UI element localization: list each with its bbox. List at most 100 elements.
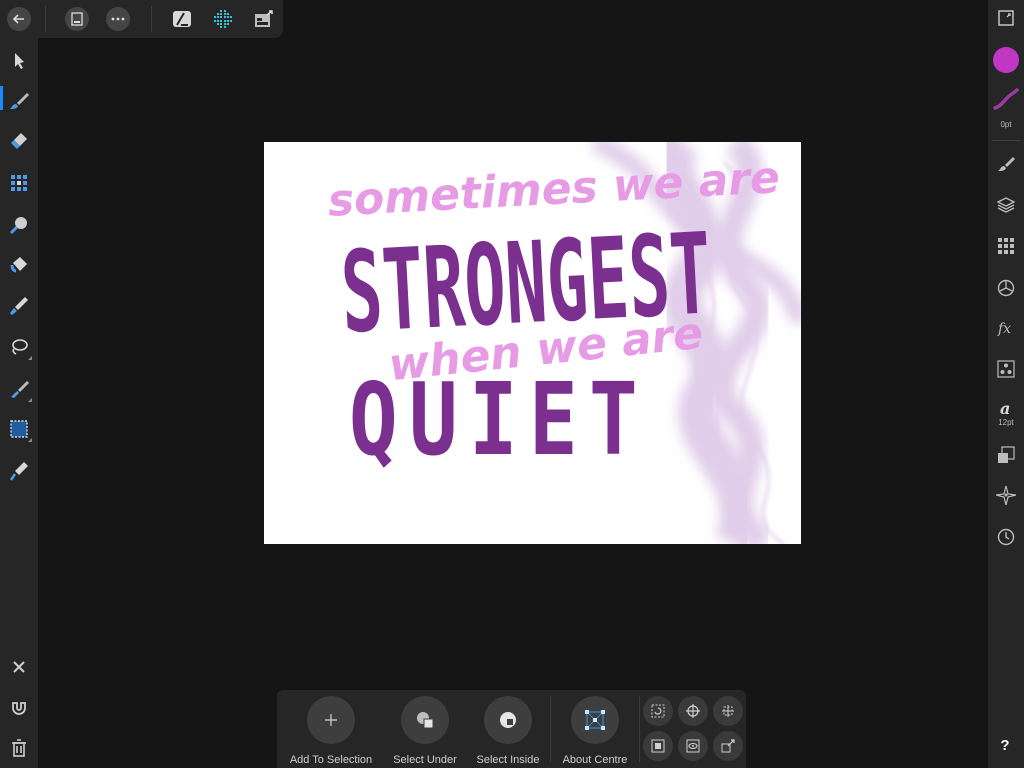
document-canvas[interactable]: sometimes we are STRONGEST when we are Q… xyxy=(264,142,801,544)
flood-fill-tool[interactable] xyxy=(5,251,33,279)
deselect-button[interactable] xyxy=(5,653,33,681)
add-to-selection-label: Add To Selection xyxy=(289,754,373,766)
studio-panel: 0pt fx a 12pt xyxy=(988,0,1024,768)
smudge-icon xyxy=(9,217,27,235)
transform-icon xyxy=(998,446,1015,463)
font-size-value: 12pt xyxy=(998,418,1014,427)
snapping-button[interactable] xyxy=(5,694,33,722)
grid-icon xyxy=(998,238,1014,254)
active-tool-indicator xyxy=(0,86,3,110)
paint-brush-tool[interactable] xyxy=(5,87,33,115)
pixel-snap-icon xyxy=(721,739,735,753)
eye-icon xyxy=(686,739,700,753)
about-centre-button[interactable]: About Centre xyxy=(547,696,643,768)
channels-studio-button[interactable] xyxy=(992,232,1020,260)
pixel-persona-button[interactable] xyxy=(211,7,235,31)
pointer-icon xyxy=(15,53,24,69)
stroke-width-value: 0pt xyxy=(1000,120,1012,129)
back-button[interactable] xyxy=(7,7,31,31)
selection-brush-icon xyxy=(11,381,29,398)
color-picker-tool[interactable] xyxy=(5,292,33,320)
lasso-icon xyxy=(12,339,28,355)
pixel-grid-icon xyxy=(11,175,27,191)
color-swatch-button[interactable] xyxy=(992,46,1020,74)
plus-icon xyxy=(325,714,337,726)
dropper-tool[interactable] xyxy=(5,457,33,485)
eraser-icon xyxy=(11,133,27,149)
dropper-icon xyxy=(9,462,28,481)
pixel-tool[interactable] xyxy=(5,169,33,197)
erase-brush-tool[interactable] xyxy=(5,127,33,155)
dots-panel-icon xyxy=(997,360,1015,378)
document-icon xyxy=(71,12,83,26)
preview-button[interactable] xyxy=(678,731,708,761)
more-button[interactable] xyxy=(106,7,130,31)
brush-icon xyxy=(10,93,29,109)
add-to-selection-button[interactable]: Add To Selection xyxy=(283,696,379,768)
adjustment-icon xyxy=(997,279,1015,297)
layers-icon xyxy=(997,197,1015,213)
crosshair-icon xyxy=(686,704,700,718)
move-studio-button[interactable] xyxy=(992,481,1020,509)
delete-button[interactable] xyxy=(5,734,33,762)
help-button[interactable]: ? xyxy=(995,737,1015,757)
bounding-box-icon xyxy=(651,739,665,753)
select-inside-button[interactable]: Select Inside xyxy=(460,696,556,768)
clock-icon xyxy=(997,528,1015,546)
stroke-icon xyxy=(993,88,1019,110)
eyedropper-icon xyxy=(10,297,28,315)
more-icon xyxy=(111,17,125,21)
snap-grid-button[interactable] xyxy=(713,696,743,726)
arrow-left-icon xyxy=(12,14,24,24)
brush-icon xyxy=(998,157,1015,171)
pixel-persona-icon xyxy=(214,10,232,28)
pixel-snap-button[interactable] xyxy=(713,731,743,761)
bounding-box-button[interactable] xyxy=(643,731,673,761)
magnet-icon xyxy=(12,702,26,715)
designer-persona-icon xyxy=(173,11,191,27)
view-mode-button[interactable] xyxy=(992,4,1020,32)
transform-centre-icon xyxy=(585,710,605,730)
select-inside-icon xyxy=(500,712,516,728)
designer-persona-button[interactable] xyxy=(170,7,194,31)
artwork: sometimes we are STRONGEST when we are Q… xyxy=(327,142,801,544)
trash-icon xyxy=(12,739,26,757)
adjustments-studio-button[interactable] xyxy=(992,274,1020,302)
paint-bucket-icon xyxy=(10,257,27,273)
stroke-button[interactable] xyxy=(992,86,1020,114)
svg-text:fx: fx xyxy=(997,321,1011,336)
close-icon xyxy=(13,661,25,673)
effects-studio-button[interactable]: fx xyxy=(992,314,1020,342)
font-icon: a xyxy=(1000,399,1010,417)
about-centre-label: About Centre xyxy=(562,754,628,766)
artwork-line-4: QUIET xyxy=(349,361,649,478)
layers-studio-button[interactable] xyxy=(992,191,1020,219)
transform-studio-button[interactable] xyxy=(992,441,1020,469)
snap-centre-button[interactable] xyxy=(678,696,708,726)
select-under-icon xyxy=(417,712,434,729)
marquee-icon xyxy=(10,420,28,438)
align-grid-icon xyxy=(722,705,734,717)
smudge-tool[interactable] xyxy=(5,211,33,239)
marquee-selection-tool[interactable] xyxy=(5,415,33,443)
export-persona-button[interactable] xyxy=(252,7,276,31)
document-button[interactable] xyxy=(65,7,89,31)
top-toolbar xyxy=(0,0,283,38)
selection-brush-tool[interactable] xyxy=(5,375,33,403)
fill-color-swatch xyxy=(993,47,1019,73)
select-under-button[interactable]: Select Under xyxy=(377,696,473,768)
fullscreen-icon xyxy=(998,10,1014,26)
brushes-studio-button[interactable] xyxy=(992,150,1020,178)
freehand-selection-tool[interactable] xyxy=(5,333,33,361)
tools-panel xyxy=(0,38,38,768)
compass-icon xyxy=(996,485,1016,505)
navigator-studio-button[interactable] xyxy=(992,355,1020,383)
move-tool[interactable] xyxy=(5,47,33,75)
fx-icon: fx xyxy=(997,321,1011,336)
snap-rotate-button[interactable] xyxy=(643,696,673,726)
export-persona-icon xyxy=(255,10,273,27)
select-under-label: Select Under xyxy=(393,754,457,766)
rotate-snap-icon xyxy=(651,704,665,718)
svg-text:a: a xyxy=(1000,399,1010,417)
history-studio-button[interactable] xyxy=(992,523,1020,551)
